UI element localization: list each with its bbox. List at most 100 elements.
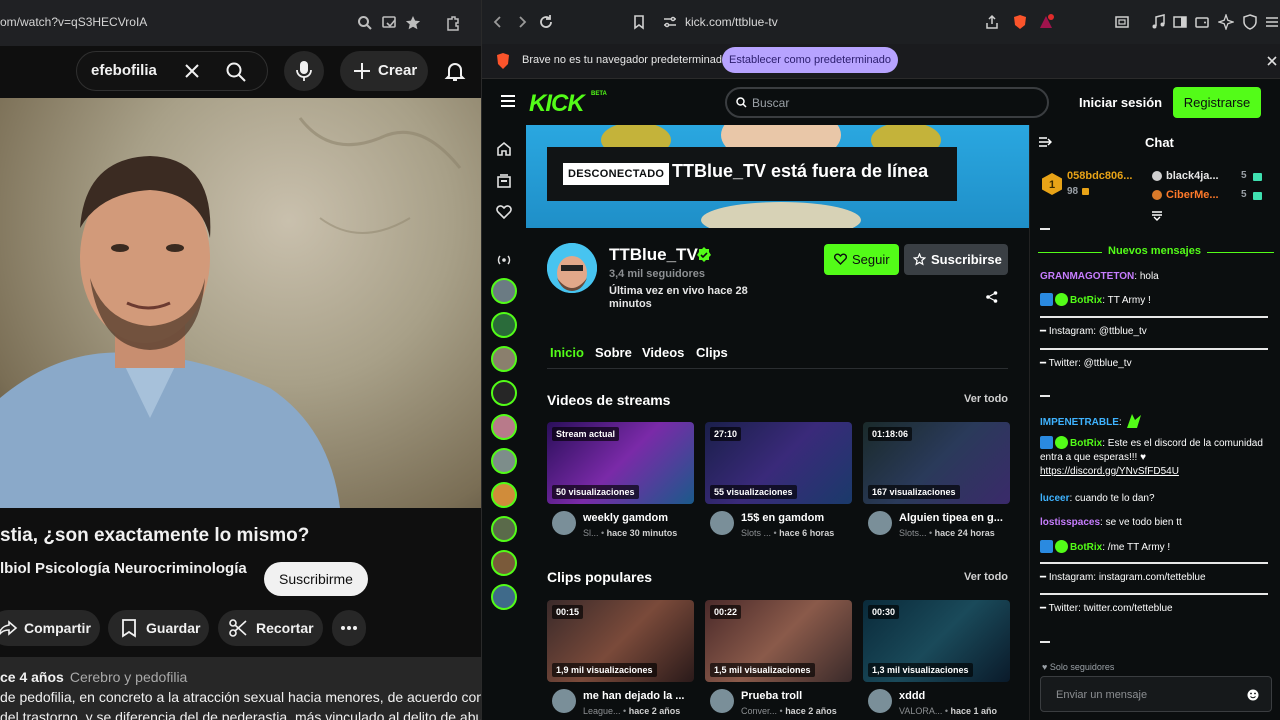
- home-icon[interactable]: [496, 141, 512, 157]
- video-category[interactable]: Sl...: [583, 528, 599, 538]
- vpn-icon[interactable]: [1242, 14, 1258, 30]
- clip-title[interactable]: Prueba troll: [741, 690, 851, 702]
- followed-channel-avatar[interactable]: [491, 482, 517, 508]
- tab-sobre[interactable]: Sobre: [595, 345, 632, 360]
- bell-icon[interactable]: [443, 59, 467, 83]
- channel-avatar[interactable]: [710, 689, 734, 713]
- bookmark-icon[interactable]: [631, 14, 647, 30]
- share-button[interactable]: Compartir: [0, 610, 100, 646]
- channel-avatar[interactable]: [868, 511, 892, 535]
- wallet-icon[interactable]: [1194, 14, 1210, 30]
- followed-channel-avatar[interactable]: [491, 278, 517, 304]
- channel-avatar[interactable]: [868, 689, 892, 713]
- search-input[interactable]: Buscar: [752, 96, 789, 110]
- clip-title[interactable]: me han dejado la ...: [583, 690, 693, 702]
- set-default-button[interactable]: Establecer como predeterminado: [722, 47, 898, 73]
- clear-icon[interactable]: [183, 62, 201, 80]
- stream-video-card[interactable]: 01:18:06 167 visualizaciones Alguien tip…: [863, 422, 1010, 542]
- gifter-3-name[interactable]: CiberMe...: [1166, 189, 1219, 201]
- followed-channel-avatar[interactable]: [491, 584, 517, 610]
- clip-thumbnail[interactable]: 00:22 1,5 mil visualizaciones: [705, 600, 852, 682]
- microphone-button[interactable]: [284, 51, 324, 91]
- video-thumbnail[interactable]: 01:18:06 167 visualizaciones: [863, 422, 1010, 504]
- description-box[interactable]: ce 4 años Cerebro y pedofilia de pedofili…: [0, 657, 481, 720]
- followed-channel-avatar[interactable]: [491, 346, 517, 372]
- tab-clips[interactable]: Clips: [696, 345, 728, 360]
- chat-username[interactable]: BotRix: [1070, 295, 1102, 306]
- hamburger-icon[interactable]: [500, 94, 516, 108]
- address-bar[interactable]: kick.com/ttblue-tv: [685, 15, 778, 29]
- reload-icon[interactable]: [538, 14, 554, 30]
- collapse-chat-icon[interactable]: [1038, 136, 1052, 148]
- tab-inicio[interactable]: Inicio: [550, 345, 584, 360]
- cast-icon[interactable]: [380, 14, 398, 32]
- side-panel-icon[interactable]: [1172, 14, 1188, 30]
- followed-channel-avatar[interactable]: [491, 380, 517, 406]
- gifter-2-name[interactable]: black4ja...: [1166, 170, 1219, 182]
- subscribe-button[interactable]: Suscribirse: [904, 244, 1008, 275]
- clip-category[interactable]: VALORA...: [899, 706, 942, 716]
- yt-url-text[interactable]: om/watch?v=qS3HECVroIA: [0, 15, 147, 29]
- clip-title[interactable]: xddd: [899, 690, 1009, 702]
- create-button[interactable]: Crear: [340, 51, 428, 91]
- followed-channel-avatar[interactable]: [491, 414, 517, 440]
- search-box[interactable]: Buscar: [725, 87, 1049, 118]
- back-icon[interactable]: [490, 14, 506, 30]
- forward-icon[interactable]: [514, 14, 530, 30]
- brave-shield-icon[interactable]: [1012, 14, 1028, 30]
- kick-logo[interactable]: KICK: [529, 90, 585, 118]
- video-thumbnail[interactable]: Stream actual 50 visualizaciones: [547, 422, 694, 504]
- channel-name[interactable]: lbiol Psicología Neurocriminología: [0, 560, 247, 577]
- chat-input[interactable]: Enviar un mensaje: [1040, 676, 1272, 712]
- channel-avatar[interactable]: [547, 243, 597, 293]
- clip-card[interactable]: 00:22 1,5 mil visualizaciones Prueba tro…: [705, 600, 852, 720]
- emoji-icon[interactable]: [1247, 689, 1259, 701]
- expand-pinned-icon[interactable]: [1151, 211, 1163, 221]
- chat-input-placeholder[interactable]: Enviar un mensaje: [1056, 689, 1147, 701]
- video-player[interactable]: [0, 98, 481, 508]
- clip-card[interactable]: 00:15 1,9 mil visualizaciones me han dej…: [547, 600, 694, 720]
- clip-card[interactable]: 00:30 1,3 mil visualizaciones xddd VALOR…: [863, 600, 1010, 720]
- bookmark-star-icon[interactable]: [404, 14, 422, 32]
- chat-username[interactable]: BotRix: [1070, 438, 1102, 449]
- brave-rewards-icon[interactable]: [1038, 14, 1054, 30]
- clips-see-all[interactable]: Ver todo: [964, 571, 1008, 583]
- stream-video-card[interactable]: 27:10 55 visualizaciones 15$ en gamdom S…: [705, 422, 852, 542]
- video-thumbnail[interactable]: 27:10 55 visualizaciones: [705, 422, 852, 504]
- menu-icon[interactable]: [1264, 14, 1280, 30]
- clip-category[interactable]: Conver...: [741, 706, 777, 716]
- channel-avatar[interactable]: [552, 511, 576, 535]
- login-button[interactable]: Iniciar sesión: [1079, 95, 1162, 110]
- subscribe-button[interactable]: Suscribirme: [264, 562, 368, 596]
- chat-username[interactable]: GRANMAGOTETON: [1040, 271, 1134, 282]
- search-icon[interactable]: [225, 61, 247, 83]
- chat-username[interactable]: luceer: [1040, 493, 1069, 504]
- clip-thumbnail[interactable]: 00:30 1,3 mil visualizaciones: [863, 600, 1010, 682]
- share-icon[interactable]: [986, 291, 998, 303]
- browse-icon[interactable]: [496, 173, 512, 189]
- video-title[interactable]: Alguien tipea en g...: [899, 512, 1009, 524]
- followed-channel-avatar[interactable]: [491, 448, 517, 474]
- site-settings-icon[interactable]: [662, 14, 678, 30]
- music-icon[interactable]: [1150, 14, 1166, 30]
- followed-channel-avatar[interactable]: [491, 550, 517, 576]
- share-page-icon[interactable]: [984, 14, 1000, 30]
- yt-address-bar[interactable]: om/watch?v=qS3HECVroIA: [0, 0, 481, 46]
- heart-icon[interactable]: [496, 204, 512, 220]
- channel-avatar[interactable]: [552, 689, 576, 713]
- chat-username[interactable]: IMPENETRABLE: [1040, 417, 1119, 428]
- top-gifter-name[interactable]: 058bdc806...: [1067, 170, 1132, 182]
- sidebar-icon[interactable]: [1114, 14, 1130, 30]
- followed-channel-avatar[interactable]: [491, 516, 517, 542]
- chat-link[interactable]: https://discord.gg/YNvSfFD54U: [1040, 466, 1179, 477]
- video-title[interactable]: 15$ en gamdom: [741, 512, 851, 524]
- video-title[interactable]: weekly gamdom: [583, 512, 693, 524]
- stream-video-card[interactable]: Stream actual 50 visualizaciones weekly …: [547, 422, 694, 542]
- more-actions-button[interactable]: [332, 610, 366, 646]
- chat-username[interactable]: BotRix: [1070, 542, 1102, 553]
- leo-ai-icon[interactable]: [1218, 14, 1234, 30]
- yt-search-box[interactable]: efebofilia: [76, 51, 268, 91]
- channel-avatar[interactable]: [710, 511, 734, 535]
- followed-channel-avatar[interactable]: [491, 312, 517, 338]
- streams-see-all[interactable]: Ver todo: [964, 393, 1008, 405]
